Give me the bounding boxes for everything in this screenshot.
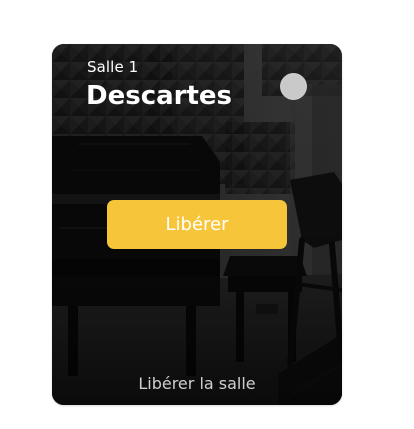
room-card: Salle 1 Descartes Libérer Libérer la sal…	[52, 44, 342, 405]
release-room-link[interactable]: Libérer la salle	[52, 374, 342, 393]
room-title: Descartes	[86, 81, 233, 111]
room-subtitle: Salle 1	[87, 58, 139, 76]
status-indicator-dot	[280, 73, 307, 100]
release-button[interactable]: Libérer	[107, 200, 287, 249]
